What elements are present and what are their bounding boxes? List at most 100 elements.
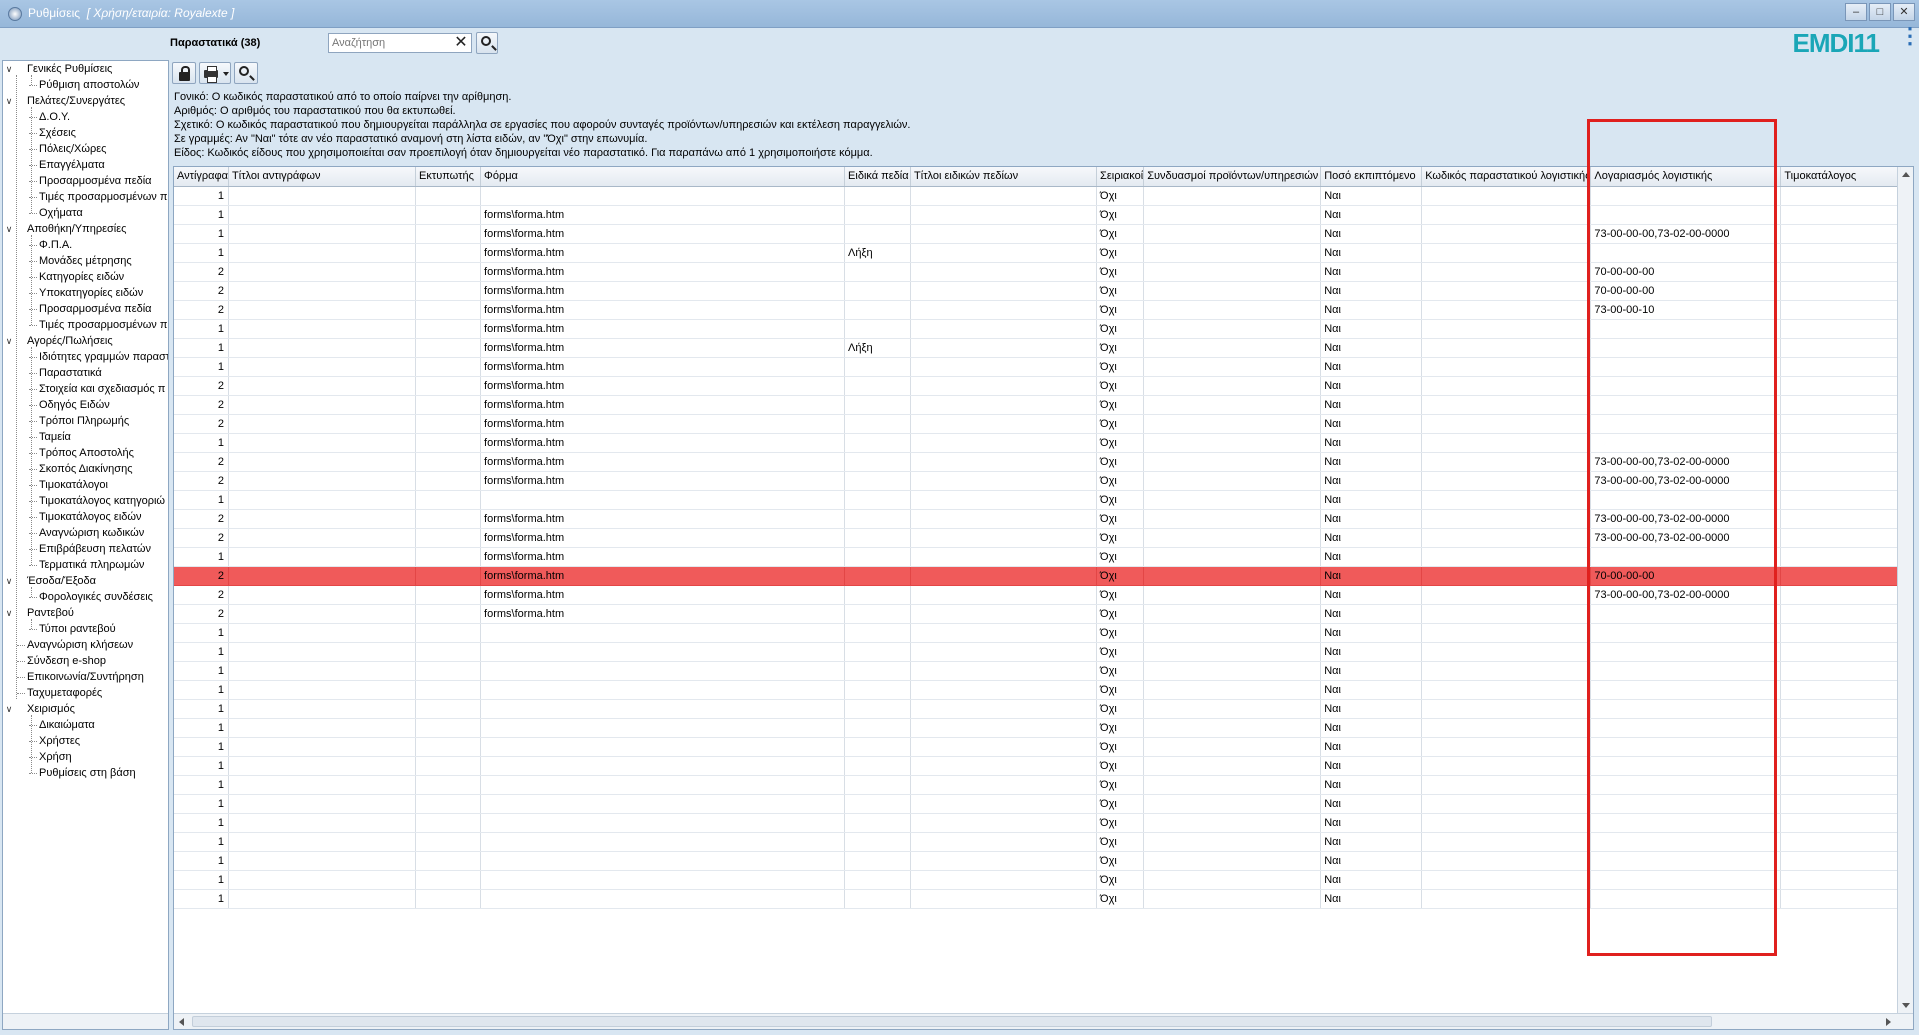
table-cell[interactable] (1143, 376, 1322, 396)
clear-search-icon[interactable]: ✕ (453, 35, 469, 51)
table-cell[interactable]: 2 (174, 376, 230, 396)
table-cell[interactable] (910, 243, 1098, 263)
table-cell[interactable] (1143, 186, 1322, 206)
table-cell[interactable]: forms\forma.htm (480, 262, 846, 282)
table-cell[interactable] (1590, 338, 1782, 358)
table-row[interactable]: 2 forms\forma.htm Όχι Ναι (174, 604, 1903, 624)
table-cell[interactable] (1421, 528, 1592, 548)
table-cell[interactable]: Ναι (1320, 205, 1423, 225)
table-cell[interactable] (844, 889, 912, 909)
column-header[interactable]: Τίτλοι ειδικών πεδίων (910, 167, 1098, 187)
table-cell[interactable] (228, 224, 417, 244)
table-cell[interactable]: 2 (174, 585, 230, 605)
table-cell[interactable]: 1 (174, 357, 230, 377)
table-cell[interactable]: 2 (174, 281, 230, 301)
close-button[interactable]: ✕ (1893, 3, 1915, 21)
table-cell[interactable]: Ναι (1320, 395, 1423, 415)
table-cell[interactable] (910, 870, 1098, 890)
search-button[interactable] (476, 32, 498, 54)
table-cell[interactable]: 1 (174, 680, 230, 700)
tree-item[interactable]: Ταχυμεταφορές (3, 685, 102, 701)
table-cell[interactable]: Όχι (1096, 832, 1145, 852)
table-cell[interactable]: forms\forma.htm (480, 509, 846, 529)
table-cell[interactable] (1143, 699, 1322, 719)
table-cell[interactable]: forms\forma.htm (480, 300, 846, 320)
table-cell[interactable]: 1 (174, 433, 230, 453)
tree-horizontal-scrollbar[interactable] (3, 1013, 168, 1029)
table-cell[interactable]: forms\forma.htm (480, 357, 846, 377)
table-cell[interactable] (844, 737, 912, 757)
table-cell[interactable] (415, 471, 482, 491)
table-cell[interactable] (228, 699, 417, 719)
table-cell[interactable] (228, 414, 417, 434)
table-cell[interactable] (844, 604, 912, 624)
table-cell[interactable] (1780, 642, 1903, 662)
tree-item[interactable]: Τύποι ραντεβού (29, 621, 116, 637)
table-cell[interactable] (1780, 186, 1903, 206)
table-cell[interactable] (480, 661, 846, 681)
table-cell[interactable]: Όχι (1096, 414, 1145, 434)
table-cell[interactable]: Όχι (1096, 281, 1145, 301)
table-row[interactable]: 2 forms\forma.htm Όχι Ναι 73-00-00-00,73-02-… (174, 471, 1903, 491)
table-cell[interactable]: Ναι (1320, 642, 1423, 662)
table-cell[interactable]: 2 (174, 414, 230, 434)
table-row[interactable]: 1 Όχι Ναι (174, 699, 1903, 719)
table-cell[interactable]: Ναι (1320, 718, 1423, 738)
table-cell[interactable] (1780, 813, 1903, 833)
table-cell[interactable]: Όχι (1096, 262, 1145, 282)
table-cell[interactable]: Ναι (1320, 414, 1423, 434)
table-cell[interactable]: 2 (174, 471, 230, 491)
table-cell[interactable]: 1 (174, 205, 230, 225)
tree-item[interactable]: Φ.Π.Α. (29, 237, 72, 253)
column-header[interactable]: Τίτλοι αντιγράφων (228, 167, 417, 187)
column-header[interactable]: Ποσό εκπιπτόμενο (1320, 167, 1423, 187)
table-cell[interactable] (480, 737, 846, 757)
table-row[interactable]: 2 forms\forma.htm Όχι Ναι 73-00-00-10 (174, 300, 1903, 320)
table-cell[interactable] (1143, 813, 1322, 833)
grid-horizontal-scrollbar[interactable] (174, 1013, 1913, 1029)
search-input[interactable] (329, 34, 447, 52)
table-cell[interactable] (1143, 661, 1322, 681)
table-cell[interactable] (415, 794, 482, 814)
table-cell[interactable]: Λήξη (844, 338, 912, 358)
tree-item[interactable]: Δικαιώματα (29, 717, 95, 733)
table-cell[interactable] (1590, 813, 1782, 833)
table-cell[interactable]: Όχι (1096, 452, 1145, 472)
table-cell[interactable] (1780, 566, 1903, 586)
table-cell[interactable] (1421, 870, 1592, 890)
table-cell[interactable] (910, 737, 1098, 757)
table-cell[interactable]: 1 (174, 642, 230, 662)
table-cell[interactable] (415, 452, 482, 472)
table-cell[interactable] (480, 642, 846, 662)
table-cell[interactable] (228, 433, 417, 453)
table-row[interactable]: 1 forms\forma.htm Όχι Ναι (174, 319, 1903, 339)
table-cell[interactable] (1780, 319, 1903, 339)
table-cell[interactable]: Ναι (1320, 300, 1423, 320)
table-cell[interactable] (228, 452, 417, 472)
table-cell[interactable] (1590, 604, 1782, 624)
table-cell[interactable] (1421, 889, 1592, 909)
table-cell[interactable]: 1 (174, 813, 230, 833)
table-cell[interactable] (844, 357, 912, 377)
table-cell[interactable] (910, 490, 1098, 510)
table-cell[interactable] (1780, 262, 1903, 282)
table-cell[interactable] (1780, 775, 1903, 795)
table-cell[interactable]: Όχι (1096, 642, 1145, 662)
table-cell[interactable]: Όχι (1096, 319, 1145, 339)
table-cell[interactable] (415, 566, 482, 586)
table-cell[interactable] (1421, 205, 1592, 225)
table-cell[interactable] (1143, 680, 1322, 700)
table-cell[interactable]: 2 (174, 566, 230, 586)
table-cell[interactable]: forms\forma.htm (480, 395, 846, 415)
table-row[interactable]: 2 forms\forma.htm Όχι Ναι 70-00-00-00 (174, 566, 1903, 586)
table-cell[interactable] (1421, 718, 1592, 738)
table-cell[interactable] (1143, 338, 1322, 358)
table-cell[interactable]: 73-00-00-00,73-02-00-0000 (1590, 509, 1782, 529)
table-cell[interactable]: 2 (174, 509, 230, 529)
table-row[interactable]: 2 forms\forma.htm Όχι Ναι (174, 376, 1903, 396)
table-cell[interactable]: Όχι (1096, 566, 1145, 586)
tree-item[interactable]: Φορολογικές συνδέσεις (29, 589, 153, 605)
table-cell[interactable] (1421, 547, 1592, 567)
table-cell[interactable] (1590, 661, 1782, 681)
table-cell[interactable] (1590, 718, 1782, 738)
